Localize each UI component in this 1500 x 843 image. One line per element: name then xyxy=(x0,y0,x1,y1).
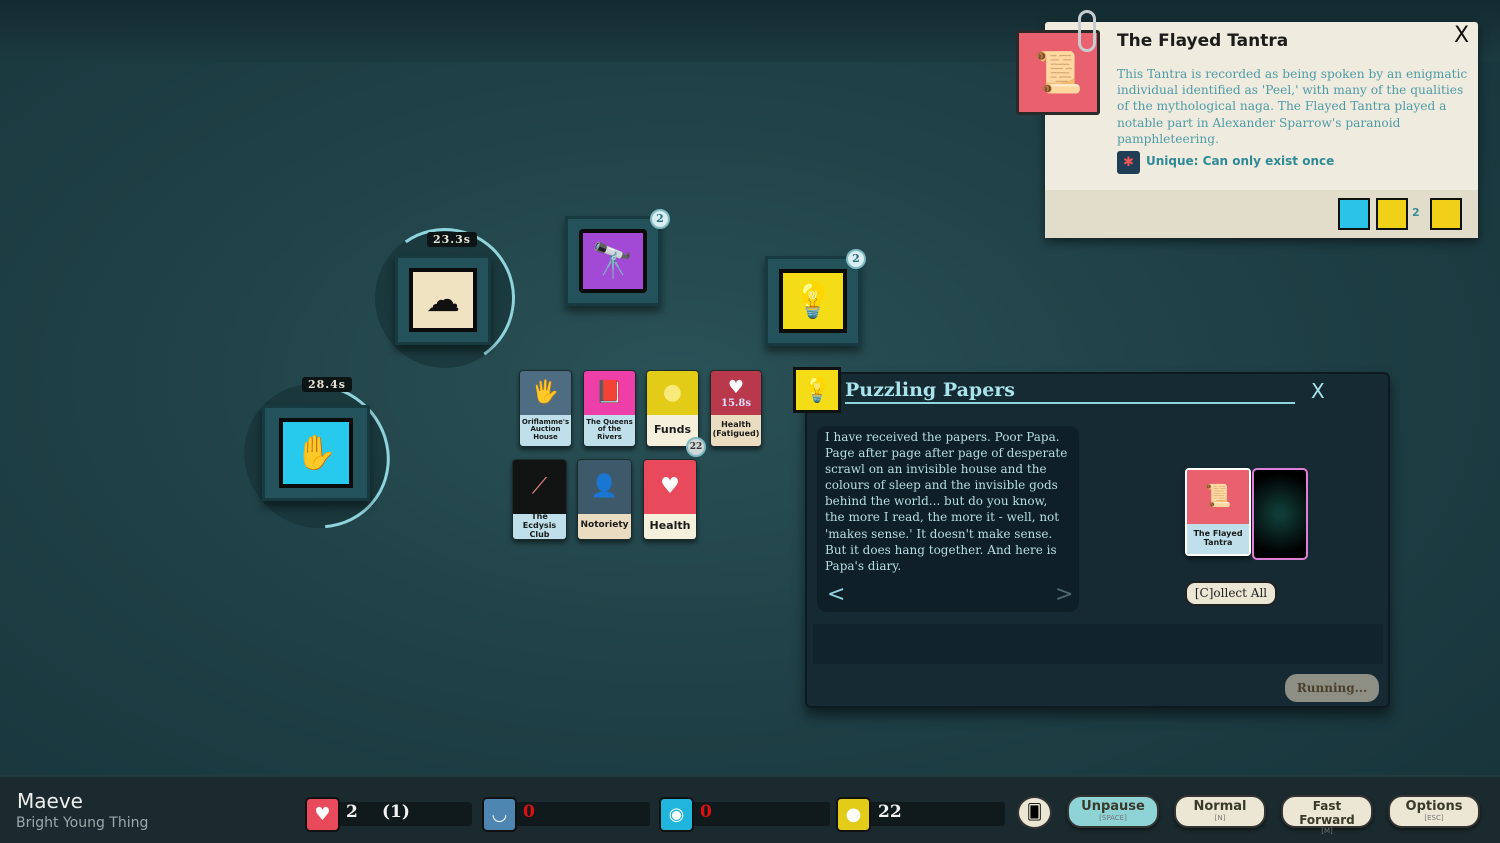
coin-icon[interactable]: ● xyxy=(836,797,871,832)
card-health[interactable]: ♥ Health xyxy=(643,459,697,540)
grail-gavel-icon[interactable] xyxy=(1376,198,1408,230)
fast-forward-key: [M] xyxy=(1321,827,1333,835)
glass-dome-hand-icon: 🖐 xyxy=(520,371,571,415)
normal-key: [N] xyxy=(1214,814,1226,822)
fast-forward-label: Fast Forward xyxy=(1299,799,1355,827)
reason-bar xyxy=(692,802,830,826)
unpause-label: Unpause xyxy=(1081,799,1145,814)
passion-value: 0 xyxy=(523,802,535,822)
tooltip-description: This Tantra is recorded as being spoken … xyxy=(1117,67,1468,146)
situation-storage-area xyxy=(813,624,1383,664)
prev-page-button[interactable]: < xyxy=(827,582,845,607)
next-page-button[interactable]: > xyxy=(1055,582,1073,607)
verb-explore[interactable]: 🔭 xyxy=(565,216,661,306)
card-auction-house[interactable]: 🖐 Oriflamme's Auction House xyxy=(519,370,572,447)
situation-text: I have received the papers. Poor Papa. P… xyxy=(825,430,1068,573)
dream-cloud-icon: ☁ xyxy=(409,268,477,332)
output-card-flayed-tantra[interactable]: 📜 The Flayed Tantra xyxy=(1185,468,1251,556)
player-title: Bright Young Thing xyxy=(16,815,149,831)
situation-title: Puzzling Papers xyxy=(845,379,1295,404)
verb-dream[interactable]: ☁ xyxy=(395,255,491,345)
funds-count-badge: 22 xyxy=(686,437,706,457)
work-timer: 28.4s xyxy=(302,377,352,392)
situation-lightbulb-icon: 💡 xyxy=(793,367,841,413)
card-queens-of-the-rivers[interactable]: 📕 The Queens of the Rivers xyxy=(583,370,636,447)
passion-bar xyxy=(515,802,650,826)
passion-icon[interactable]: ◡ xyxy=(482,797,517,832)
tooltip-title: The Flayed Tantra xyxy=(1117,31,1289,51)
unpause-button[interactable]: Unpause [SPACE] xyxy=(1067,795,1159,828)
reason-value: 0 xyxy=(700,802,712,822)
player-name: Maeve xyxy=(17,789,83,813)
fast-forward-button[interactable]: Fast Forward [M] xyxy=(1281,795,1373,835)
heart-icon[interactable]: ♥ xyxy=(305,797,340,832)
normal-speed-button[interactable]: Normal [N] xyxy=(1174,795,1266,828)
explore-badge: 2 xyxy=(650,209,670,229)
book-icon: 📕 xyxy=(584,371,635,415)
lightbulb-icon: 💡 xyxy=(779,269,847,333)
telescope-icon: 🔭 xyxy=(579,229,647,293)
study-badge: 2 xyxy=(846,249,866,269)
funds-value: 22 xyxy=(878,802,902,822)
skin-icon: ⟋ xyxy=(513,460,566,514)
unique-label: Unique: Can only exist once xyxy=(1146,154,1335,168)
situation-close-button[interactable]: X xyxy=(1311,379,1325,403)
eye-icon[interactable]: ◉ xyxy=(659,797,694,832)
deck-icon[interactable]: 🂠 xyxy=(1017,796,1052,829)
card-health-fatigued[interactable]: ♥ 15.8s Health (Fatigued) xyxy=(710,370,762,447)
normal-label: Normal xyxy=(1193,799,1247,814)
options-button[interactable]: Options [ESC] xyxy=(1388,795,1480,828)
aspect-count: 2 xyxy=(1412,206,1420,219)
health-extra: (1) xyxy=(382,802,410,822)
verb-work[interactable]: ✋ xyxy=(262,405,370,501)
tooltip-close-button[interactable]: X xyxy=(1454,23,1469,48)
card-ecdysis-club[interactable]: ⟋ The Ecdysis Club xyxy=(512,459,567,540)
collect-all-button[interactable]: [C]ollect All xyxy=(1185,581,1277,606)
dream-timer: 23.3s xyxy=(427,232,477,247)
verb-study[interactable]: 💡 xyxy=(765,256,861,346)
scroll-icon: 📜 xyxy=(1187,470,1249,524)
options-label: Options xyxy=(1405,799,1463,814)
options-key: [ESC] xyxy=(1424,814,1444,822)
heart-icon: ♥ xyxy=(644,460,696,514)
running-status-button: Running... xyxy=(1285,674,1379,702)
health-value: 2 xyxy=(346,802,358,822)
card-tooltip: The Flayed Tantra X This Tantra is recor… xyxy=(1045,22,1478,238)
unpause-key: [SPACE] xyxy=(1099,814,1127,822)
situation-window: Puzzling Papers X I have received the pa… xyxy=(805,372,1390,708)
silhouette-icon: 👤 xyxy=(578,460,631,514)
card-funds[interactable]: ● Funds xyxy=(646,370,699,447)
hand-icon: ✋ xyxy=(279,418,353,488)
lantern-book-icon[interactable] xyxy=(1338,198,1370,230)
output-card-back[interactable] xyxy=(1252,468,1308,560)
heart-icon: ♥ 15.8s xyxy=(711,371,761,415)
fatigue-timer: 15.8s xyxy=(721,397,751,409)
coin-icon: ● xyxy=(647,371,698,415)
card-notoriety[interactable]: 👤 Notoriety xyxy=(577,459,632,540)
paperclip-icon xyxy=(1078,10,1096,52)
knock-book-icon[interactable] xyxy=(1430,198,1462,230)
unique-icon: ✱ xyxy=(1117,151,1140,174)
